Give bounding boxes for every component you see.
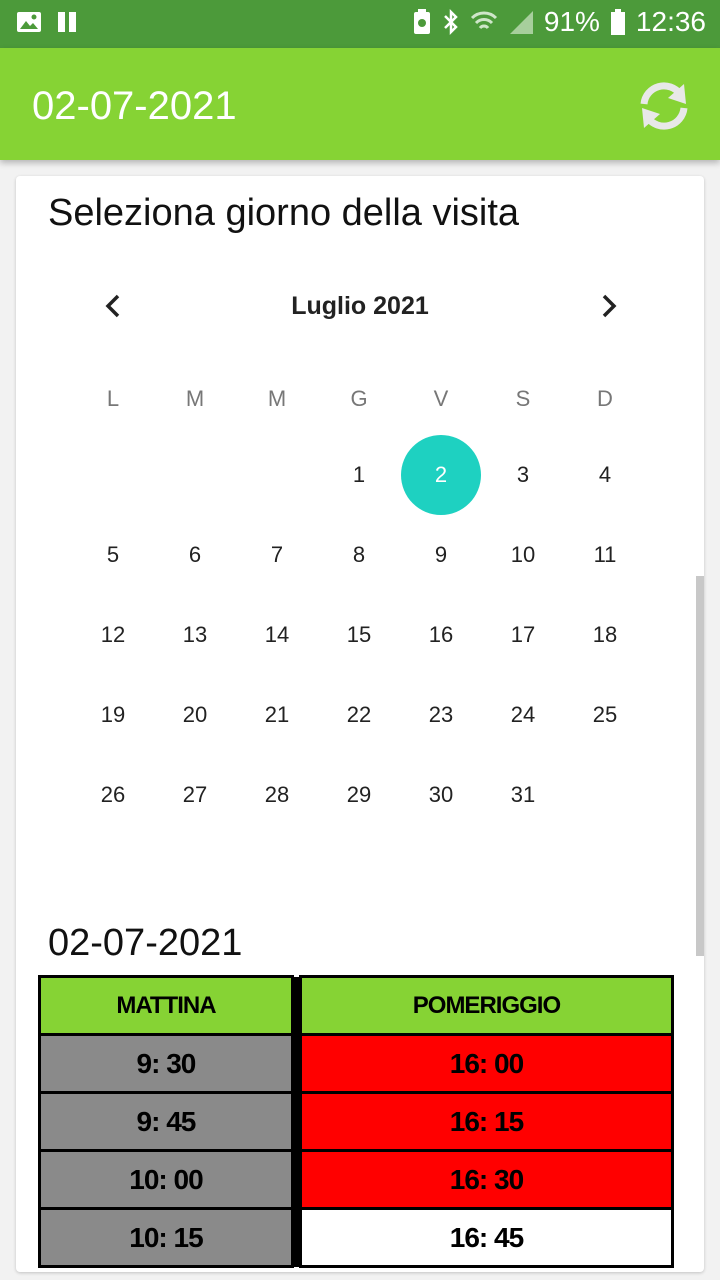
recycle-battery-icon — [413, 9, 430, 34]
afternoon-slot[interactable]: 16: 15 — [298, 1091, 675, 1152]
time-slots-table: MATTINA POMERIGGIO 9: 30 16: 00 9: 45 16: 1… — [38, 975, 675, 1268]
calendar-day[interactable]: 23 — [401, 675, 481, 755]
refresh-icon[interactable] — [634, 76, 694, 136]
calendar-day[interactable]: 12 — [73, 595, 153, 675]
calendar-day[interactable]: 31 — [483, 755, 563, 835]
calendar-day[interactable]: 11 — [565, 515, 645, 595]
afternoon-slot[interactable]: 16: 45 — [298, 1207, 675, 1268]
table-row: 10: 15 16: 45 — [38, 1207, 675, 1268]
weekday-label: M — [267, 386, 287, 411]
calendar-day[interactable]: 6 — [155, 515, 235, 595]
app-bar: 02-07-2021 — [0, 48, 720, 160]
signal-icon — [509, 11, 533, 34]
calendar-day[interactable]: 14 — [237, 595, 317, 675]
table-row: 9: 45 16: 15 — [38, 1091, 675, 1152]
battery-percent: 91% — [543, 6, 600, 37]
afternoon-header: POMERIGGIO — [298, 975, 675, 1036]
calendar-day[interactable]: 9 — [401, 515, 481, 595]
table-row: 9: 30 16: 00 — [38, 1033, 675, 1094]
calendar-day[interactable]: 3 — [483, 435, 563, 515]
afternoon-slot[interactable]: 16: 30 — [298, 1149, 675, 1210]
calendar-heading: Seleziona giorno della visita — [48, 192, 520, 234]
table-row: 10: 00 16: 30 — [38, 1149, 675, 1210]
calendar-day[interactable]: 20 — [155, 675, 235, 755]
calendar-day[interactable]: 26 — [73, 755, 153, 835]
chevron-right-icon[interactable] — [588, 286, 628, 326]
calendar-day[interactable]: 16 — [401, 595, 481, 675]
calendar-day[interactable]: 29 — [319, 755, 399, 835]
calendar-day[interactable]: 28 — [237, 755, 317, 835]
calendar-day[interactable]: 21 — [237, 675, 317, 755]
table-header-row: MATTINA POMERIGGIO — [38, 975, 675, 1036]
weekday-label: M — [185, 386, 205, 411]
weekday-label: S — [515, 386, 531, 411]
page-title: 02-07-2021 — [32, 84, 237, 128]
morning-header: MATTINA — [38, 975, 294, 1036]
weekday-label: L — [106, 386, 120, 411]
calendar-day[interactable]: 17 — [483, 595, 563, 675]
calendar-day[interactable]: 24 — [483, 675, 563, 755]
bluetooth-icon — [443, 8, 458, 36]
calendar-day[interactable]: 1 — [319, 435, 399, 515]
morning-slot[interactable]: 10: 00 — [38, 1149, 294, 1210]
selected-date: 02-07-2021 — [48, 922, 243, 964]
afternoon-slot[interactable]: 16: 00 — [298, 1033, 675, 1094]
battery-icon — [610, 9, 625, 35]
calendar-day[interactable]: 18 — [565, 595, 645, 675]
pause-icon — [58, 12, 76, 32]
calendar-day[interactable]: 13 — [155, 595, 235, 675]
morning-slot[interactable]: 9: 30 — [38, 1033, 294, 1094]
morning-slot[interactable]: 10: 15 — [38, 1207, 294, 1268]
weekday-label: D — [597, 386, 613, 411]
weekday-label: G — [350, 386, 368, 411]
calendar-day[interactable]: 15 — [319, 595, 399, 675]
gallery-icon — [17, 12, 41, 32]
scrollbar[interactable] — [696, 576, 704, 956]
calendar-day[interactable]: 10 — [483, 515, 563, 595]
calendar-day[interactable]: 25 — [565, 675, 645, 755]
calendar-day[interactable]: 4 — [565, 435, 645, 515]
morning-slot[interactable]: 9: 45 — [38, 1091, 294, 1152]
calendar-day[interactable]: 27 — [155, 755, 235, 835]
calendar-day-selected[interactable]: 2 — [401, 435, 481, 515]
calendar-day[interactable]: 7 — [237, 515, 317, 595]
calendar-day[interactable]: 8 — [319, 515, 399, 595]
calendar-day[interactable]: 19 — [73, 675, 153, 755]
calendar-day[interactable]: 30 — [401, 755, 481, 835]
clock: 12:36 — [635, 6, 706, 37]
status-bar: 91% 12:36 — [0, 0, 720, 48]
wifi-icon — [470, 11, 497, 30]
weekday-label: V — [433, 386, 449, 411]
calendar-day[interactable]: 22 — [319, 675, 399, 755]
calendar-day[interactable]: 5 — [73, 515, 153, 595]
